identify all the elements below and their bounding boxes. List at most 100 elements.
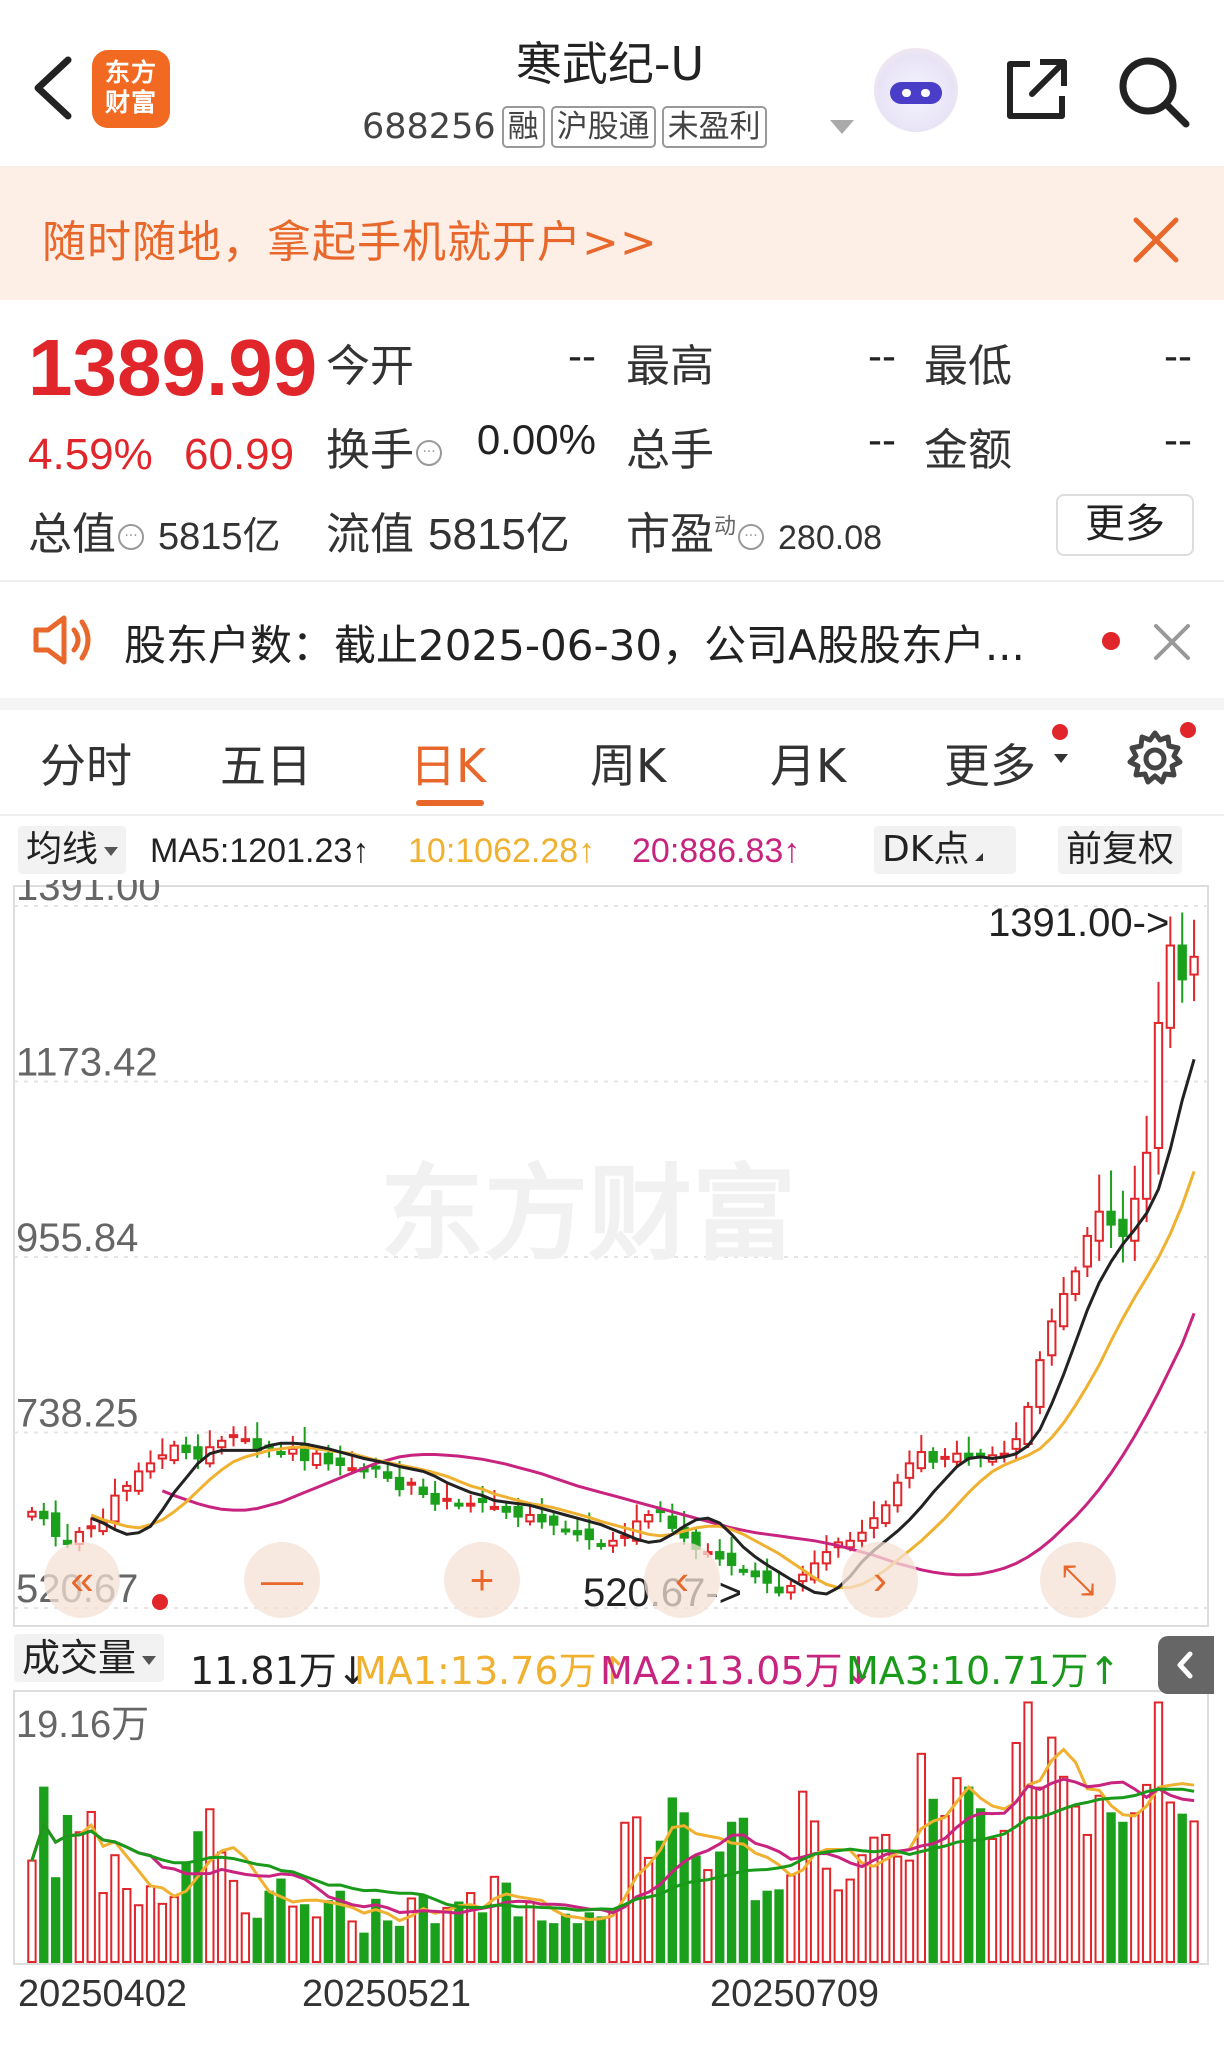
shareholder-notice[interactable]: 股东户数：截止2025-06-30，公司A股股东户... [124,612,1025,673]
info-icon[interactable]: ··· [118,524,144,550]
candle-body [323,1452,334,1465]
dk-point-toggle[interactable]: DK点 [874,826,1016,874]
tab-monthly-k[interactable]: 月K [770,730,846,796]
volume-bar [904,1859,915,1963]
high-label: 最高 [626,341,714,392]
chart-scroll-left-button-glyph: « [70,1556,93,1603]
candle-body [276,1451,286,1456]
volume-bar [1189,1820,1199,1964]
candle-body [477,1497,488,1504]
collapse-panel-button[interactable] [1158,1636,1214,1694]
candle-body [821,1551,832,1565]
volume-bar [50,1877,61,1964]
volume-ma3: MA3:10.71万↑ [846,1649,1121,1693]
volume-bar [572,1923,583,1963]
candle-body [86,1525,96,1530]
turnover-label-text: 换手 [326,425,414,476]
volume-bar [27,1859,37,1963]
price-axis-label: 738.25 [16,1392,138,1436]
volume-bar [442,1906,452,1964]
back-arrow-icon[interactable] [24,52,84,124]
volume-bar [394,1925,405,1964]
volume-bar [715,1851,725,1964]
volume-bar [240,1912,251,1963]
candle-body [1141,1151,1152,1200]
volume-bar [655,1840,666,1964]
info-icon[interactable]: ··· [416,440,442,466]
tab-weekly-k[interactable]: 周K [590,730,666,796]
candle-body [1094,1210,1104,1242]
volume-bar [145,1885,156,1963]
kline-chart[interactable]: 1391.001173.42955.84738.25520.67东方财富1391… [0,865,1224,2050]
volume-bar [821,1867,832,1963]
volume-bar [513,1916,523,1964]
volume-bar [323,1900,334,1964]
candle-body [525,1513,535,1523]
tab-more[interactable]: 更多 [944,730,1036,796]
volume-bar [845,1878,855,1963]
speaker-icon [33,615,91,665]
volume-bar [762,1890,772,1963]
candle-body [430,1493,440,1505]
settings-gear-icon[interactable] [1124,728,1186,790]
volume-bar [1094,1794,1104,1964]
volume-bar [1153,1701,1164,1963]
volume-bar [667,1797,677,1964]
volume-bar [1011,1742,1021,1963]
banner-text[interactable]: 随时随地，拿起手机就开户>> [42,206,658,270]
corner-icon [975,853,984,861]
more-red-dot [1052,724,1068,740]
candle-body [442,1497,452,1502]
stock-code: 688256 [362,107,496,147]
high-value: -- [868,332,896,379]
tab-five-day[interactable]: 五日 [220,730,312,796]
divider [0,580,1224,582]
candle-body [537,1513,547,1523]
candle-body [418,1486,428,1496]
ai-assistant-icon[interactable] [874,48,958,132]
more-caret-icon [1054,754,1068,763]
tags-expand-icon[interactable] [830,120,854,134]
candle-body [122,1484,132,1492]
pe-sup: 动 [714,514,737,540]
more-button[interactable]: 更多 [1056,494,1194,556]
tab-intraday[interactable]: 分时 [40,730,132,796]
volume-bar [1082,1833,1093,1963]
open-account-banner[interactable]: 随时随地，拿起手机就开户>> [0,166,1224,300]
candle-body [549,1515,559,1526]
info-icon[interactable]: ··· [738,524,765,550]
candle-body [62,1539,73,1546]
search-icon[interactable] [1116,54,1192,130]
banner-close-icon[interactable] [1126,210,1186,270]
candle-body [1082,1234,1093,1268]
candle-body [27,1510,37,1518]
volume-bar [643,1856,654,1964]
volume-bar [74,1831,85,1964]
candle-body [240,1438,251,1443]
candle-body [110,1494,120,1523]
candle-body [1165,944,1176,1029]
watermark-text: 东方财富 [380,1157,796,1273]
candle-body [157,1454,168,1460]
ma-selector[interactable]: 均线 [18,826,127,874]
notice-close-icon[interactable] [1150,620,1194,664]
chart-svg[interactable]: 1391.001173.42955.84738.25520.67东方财富1391… [0,865,1224,2050]
volume-current: 11.81万↓ [190,1649,369,1693]
candle-body [1058,1292,1069,1328]
share-icon[interactable] [1000,54,1072,126]
volume-bar [892,1855,903,1963]
float-cap-label: 流值 [326,509,414,560]
float-cap-value: 5815亿 [428,510,570,559]
volume-selector[interactable]: 成交量 [14,1634,165,1682]
adjust-selector[interactable]: 前复权 [1058,826,1183,874]
volume-bar [1177,1813,1187,1963]
tab-daily-k[interactable]: 日K [410,730,486,796]
pe-value: 280.08 [778,519,883,557]
volume-bar [1141,1783,1152,1963]
pe-label: 市盈 [626,509,714,560]
volume-bar [798,1790,808,1963]
volume-bar [489,1875,500,1963]
open-value: -- [568,332,596,379]
divider [0,814,1224,816]
total-cap-label: 总值 [28,509,116,560]
